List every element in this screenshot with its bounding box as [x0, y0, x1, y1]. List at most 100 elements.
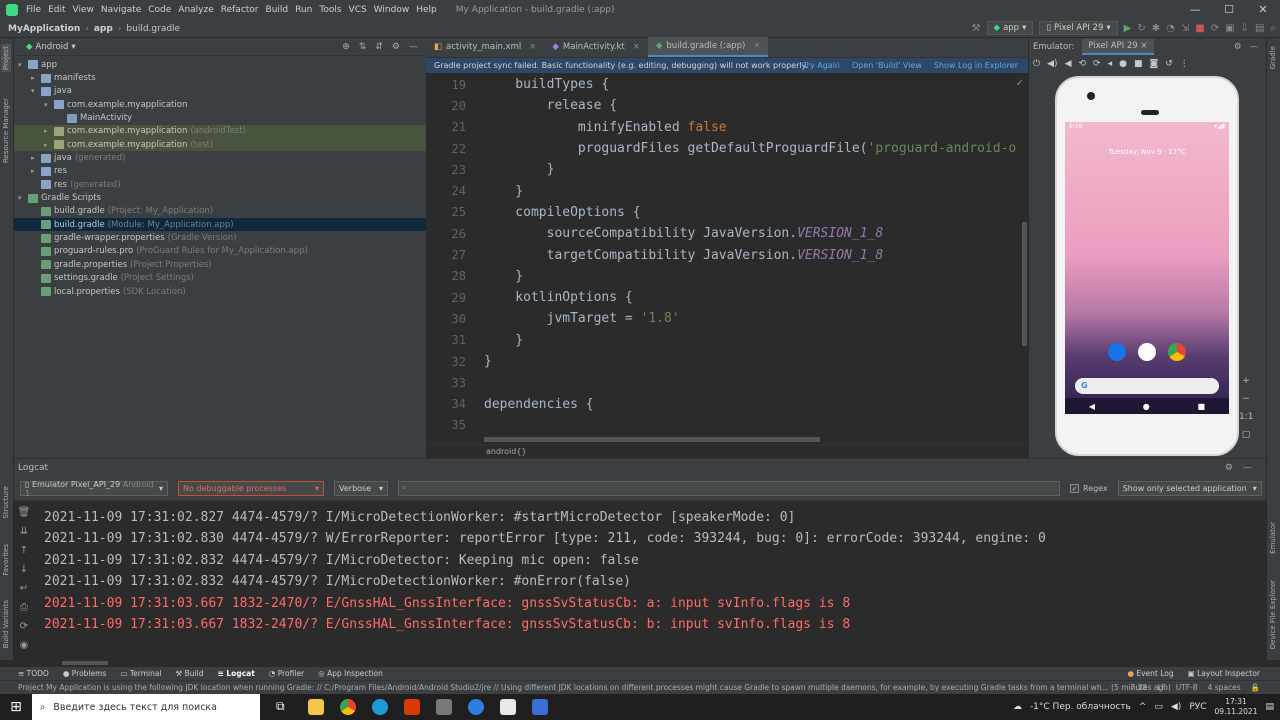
- status-message[interactable]: Project My Application is using the foll…: [18, 683, 1171, 692]
- chrome-icon[interactable]: [340, 699, 356, 715]
- logcat-tab[interactable]: ≡ Logcat: [217, 669, 254, 678]
- log-level-select[interactable]: Verbose ▾: [334, 481, 388, 496]
- log-horizontal-scrollbar[interactable]: [62, 661, 108, 665]
- tree-item[interactable]: build.gradle (Module: My_Application.app): [14, 218, 426, 232]
- hide-icon[interactable]: —: [409, 42, 418, 52]
- run-config-dropdown[interactable]: ◆ app ▾: [986, 21, 1034, 35]
- zoom-in-icon[interactable]: +: [1239, 372, 1253, 390]
- tree-item[interactable]: ▾ Gradle Scripts: [14, 191, 426, 204]
- tray-chevron-icon[interactable]: ^: [1139, 702, 1147, 712]
- volume-down-icon[interactable]: ◀: [1065, 59, 1072, 69]
- menu-edit[interactable]: Edit: [48, 5, 65, 15]
- code-line[interactable]: 25 compileOptions {: [426, 202, 1028, 223]
- back-icon[interactable]: ◂: [1108, 59, 1113, 69]
- code-line[interactable]: 31 }: [426, 330, 1028, 351]
- soft-wrap-icon[interactable]: ↵: [20, 583, 28, 594]
- project-view-dropdown[interactable]: ◆ Android ▾: [20, 40, 82, 54]
- try-again-link[interactable]: Try Again: [803, 61, 840, 70]
- code-line[interactable]: 30 jvmTarget = '1.8': [426, 308, 1028, 329]
- chrome-app-icon[interactable]: [1168, 343, 1186, 361]
- app-icon[interactable]: [436, 699, 452, 715]
- hide-icon[interactable]: —: [1243, 463, 1252, 473]
- code-line[interactable]: 23 }: [426, 159, 1028, 180]
- windows-start-icon[interactable]: ⊞: [0, 699, 32, 715]
- code-line[interactable]: 21 minifyEnabled false: [426, 117, 1028, 138]
- device-select[interactable]: ▯ Emulator Pixel_API_29 Android 1 ▾: [20, 480, 168, 498]
- tree-item[interactable]: ▸ com.example.myapplication (androidTest): [14, 124, 426, 139]
- resource-manager-tool-tab[interactable]: Resource Manager: [1, 96, 11, 165]
- close-tab-icon[interactable]: ×: [1140, 41, 1147, 51]
- log-line[interactable]: 2021-11-09 17:31:02.832 4474-4579/? I/Mi…: [44, 550, 1046, 571]
- tree-item[interactable]: ▾ app: [14, 58, 426, 71]
- gear-icon[interactable]: ⚙: [392, 42, 400, 52]
- up-icon[interactable]: ↑: [20, 545, 28, 556]
- close-icon[interactable]: ✕: [1246, 0, 1280, 20]
- tree-arrow-icon[interactable]: ▾: [31, 87, 41, 95]
- filter-select[interactable]: Show only selected application ▾: [1117, 481, 1262, 496]
- maximize-icon[interactable]: ☐: [1212, 0, 1246, 20]
- process-select[interactable]: No debuggable processes ▾: [178, 481, 324, 496]
- breadcrumb-module[interactable]: app: [94, 24, 113, 34]
- menu-analyze[interactable]: Analyze: [178, 5, 213, 15]
- problems-tab[interactable]: ● Problems: [63, 669, 107, 678]
- minimize-icon[interactable]: —: [1178, 0, 1212, 20]
- gradle-tool-tab[interactable]: Gradle: [1268, 44, 1278, 71]
- stop-icon[interactable]: ■: [1195, 23, 1204, 34]
- expand-all-icon[interactable]: ⇅: [359, 42, 367, 52]
- hide-icon[interactable]: —: [1250, 42, 1259, 52]
- close-tab-icon[interactable]: ×: [529, 42, 536, 52]
- tab-build-gradle[interactable]: ◆ build.gradle (:app) ×: [647, 37, 769, 57]
- snapshot-icon[interactable]: ↺: [1165, 59, 1173, 69]
- breadcrumb-file[interactable]: build.gradle: [126, 24, 180, 34]
- device-manager-icon[interactable]: ▤: [1255, 23, 1264, 34]
- nav-recents-icon[interactable]: ■: [1198, 402, 1206, 411]
- tree-item[interactable]: local.properties (SDK Location): [14, 285, 426, 298]
- hammer-icon[interactable]: ⚒: [972, 23, 981, 34]
- menu-vcs[interactable]: VCS: [349, 5, 367, 15]
- gear-icon[interactable]: ⚙: [1234, 42, 1242, 52]
- screenshot-icon[interactable]: ◙: [1149, 59, 1158, 69]
- log-line[interactable]: 2021-11-09 17:31:02.830 4474-4579/? W/Er…: [44, 528, 1046, 549]
- play-store-app-icon[interactable]: [1138, 343, 1156, 361]
- print-icon[interactable]: ⎙: [20, 602, 28, 613]
- run-icon[interactable]: ▶: [1124, 23, 1132, 34]
- file-encoding[interactable]: UTF-8: [1176, 683, 1198, 692]
- horizontal-scrollbar[interactable]: [484, 437, 820, 442]
- debug-icon[interactable]: ✱: [1152, 23, 1160, 34]
- app-inspection-tab[interactable]: ◎ App Inspection: [318, 669, 383, 678]
- device-screen[interactable]: 9:16 ▾◢▮ Tuesday, Nov 9 · 17°C G ◀ ● ■: [1065, 122, 1229, 414]
- device-dropdown[interactable]: ▯ Pixel API 29 ▾: [1039, 21, 1118, 35]
- messages-app-icon[interactable]: [1108, 343, 1126, 361]
- zoom-actual-icon[interactable]: 1:1: [1239, 408, 1253, 426]
- tree-item[interactable]: ▸ res: [14, 165, 426, 178]
- log-line[interactable]: 2021-11-09 17:31:02.827 4474-4579/? I/Mi…: [44, 507, 1046, 528]
- logcat-search-input[interactable]: ⌕: [398, 481, 1060, 496]
- at-a-glance-widget[interactable]: Tuesday, Nov 9 · 17°C: [1065, 148, 1229, 156]
- tree-item[interactable]: settings.gradle (Project Settings): [14, 272, 426, 285]
- search-everywhere-icon[interactable]: ⌕: [1270, 23, 1276, 34]
- tree-arrow-icon[interactable]: ▸: [31, 154, 41, 162]
- language-indicator[interactable]: РУС: [1189, 702, 1206, 712]
- android-studio-task-icon[interactable]: [532, 699, 548, 715]
- avd-manager-icon[interactable]: ▣: [1225, 23, 1234, 34]
- profiler-tab[interactable]: ◔ Profiler: [269, 669, 304, 678]
- tree-arrow-icon[interactable]: ▾: [18, 194, 28, 202]
- terminal-tab[interactable]: ▭ Terminal: [120, 669, 161, 678]
- overview-icon[interactable]: ■: [1134, 59, 1143, 69]
- sdk-manager-icon[interactable]: ⇩: [1241, 23, 1249, 34]
- menu-refactor[interactable]: Refactor: [221, 5, 259, 15]
- menu-tools[interactable]: Tools: [319, 5, 341, 15]
- rotate-left-icon[interactable]: ⟲: [1078, 59, 1086, 69]
- sync-icon[interactable]: ⟳: [1211, 23, 1219, 34]
- nav-home-icon[interactable]: ●: [1143, 402, 1150, 411]
- tree-item[interactable]: res (generated): [14, 178, 426, 191]
- layout-inspector-tab[interactable]: ▣ Layout Inspector: [1188, 669, 1260, 678]
- log-line[interactable]: 2021-11-09 17:31:03.667 1832-2470/? E/Gn…: [44, 593, 1046, 614]
- code-line[interactable]: 29 kotlinOptions {: [426, 287, 1028, 308]
- menu-navigate[interactable]: Navigate: [101, 5, 141, 15]
- task-view-icon[interactable]: ⧉: [276, 699, 292, 715]
- regex-toggle[interactable]: ✓ Regex: [1070, 484, 1108, 493]
- favorites-tool-tab[interactable]: Favorites: [1, 542, 11, 578]
- line-separator[interactable]: LF: [1157, 683, 1166, 692]
- nav-back-icon[interactable]: ◀: [1089, 402, 1095, 411]
